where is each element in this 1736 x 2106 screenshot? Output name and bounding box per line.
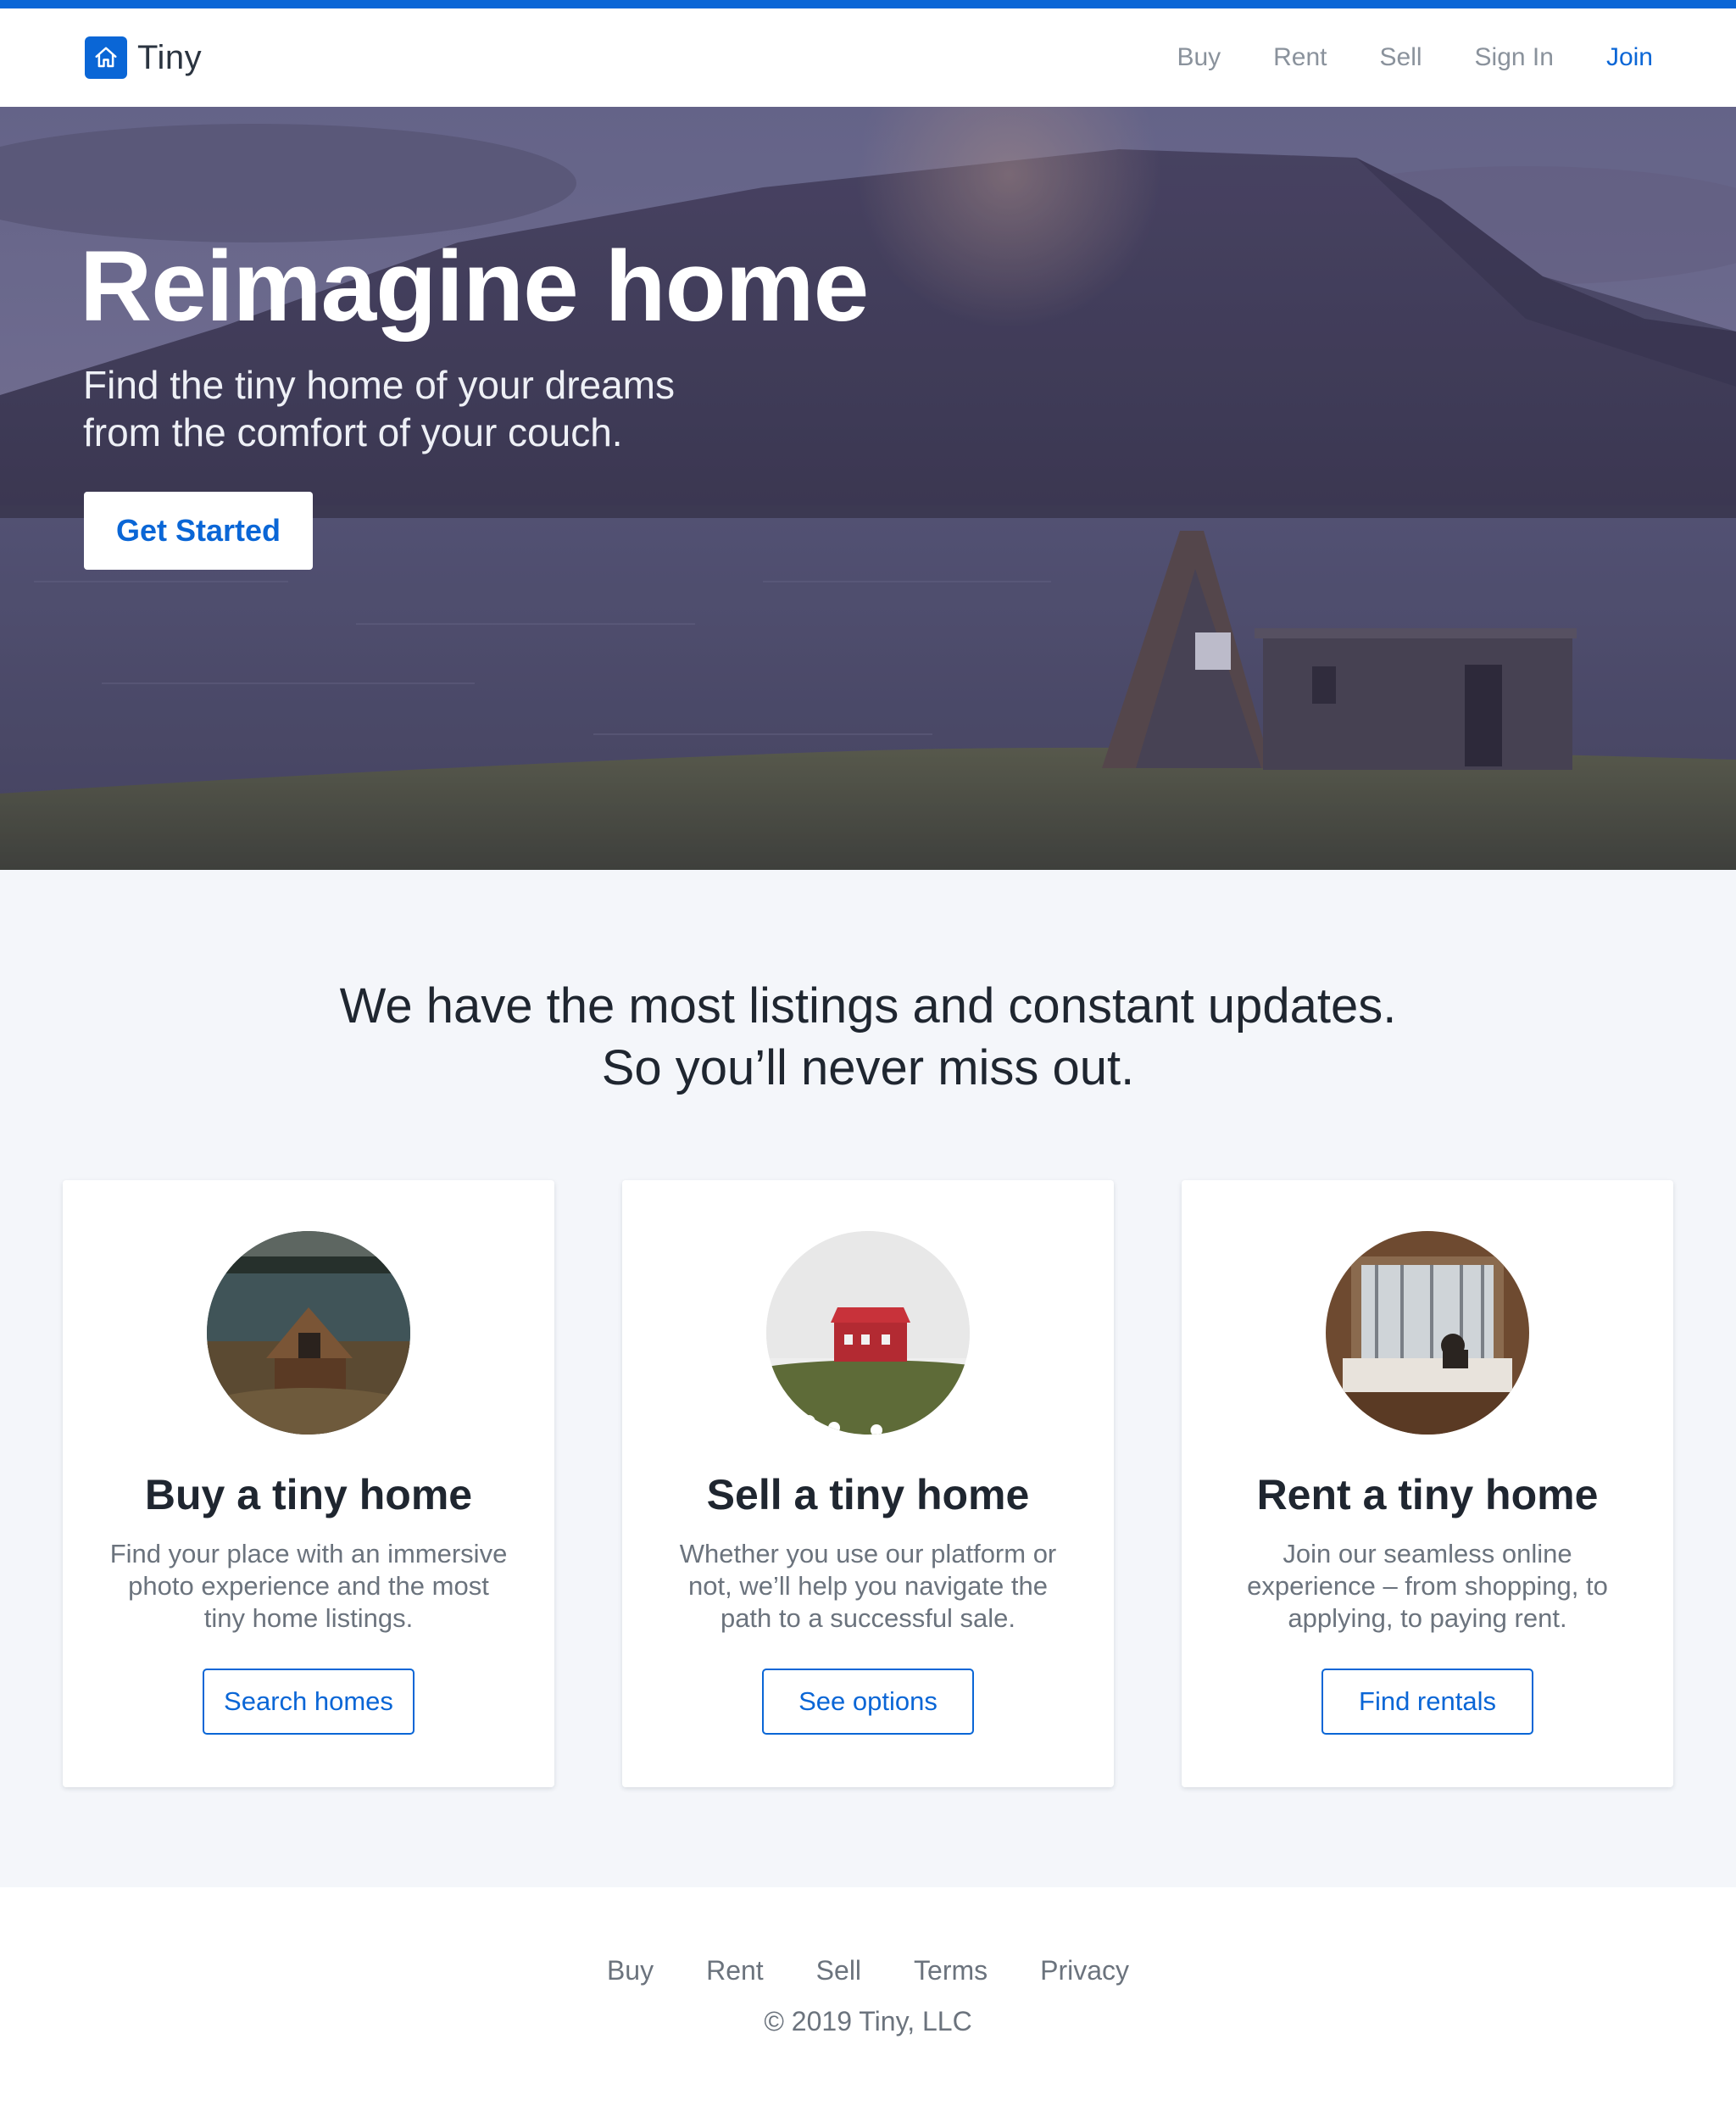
hero-section: Reimagine home Find the tiny home of you…: [0, 107, 1736, 870]
footer-link-sell[interactable]: Sell: [816, 1955, 861, 1986]
tagline-line2: So you’ll never miss out.: [601, 1040, 1135, 1095]
site-footer: Buy Rent Sell Terms Privacy © 2019 Tiny,…: [0, 1887, 1736, 2106]
hero-subtitle: Find the tiny home of your dreams from t…: [80, 361, 775, 456]
nav-sign-in[interactable]: Sign In: [1475, 43, 1554, 72]
card-title: Rent a tiny home: [1256, 1471, 1599, 1518]
nav-sell[interactable]: Sell: [1380, 43, 1422, 72]
logo-link[interactable]: Tiny: [85, 36, 202, 79]
find-rentals-button[interactable]: Find rentals: [1321, 1669, 1533, 1735]
copyright: © 2019 Tiny, LLC: [764, 2006, 972, 2036]
rent-card-image: [1326, 1231, 1529, 1435]
nav-buy[interactable]: Buy: [1177, 43, 1221, 72]
nav-rent[interactable]: Rent: [1273, 43, 1327, 72]
card-rent: Rent a tiny home Join our seamless onlin…: [1182, 1180, 1673, 1787]
footer-link-terms[interactable]: Terms: [914, 1955, 988, 1986]
card-buy: Buy a tiny home Find your place with an …: [63, 1180, 554, 1787]
footer-link-privacy[interactable]: Privacy: [1040, 1955, 1129, 1986]
brand-name: Tiny: [137, 38, 203, 76]
hero-title: Reimagine home: [80, 231, 869, 343]
feature-cards: Buy a tiny home Find your place with an …: [63, 1180, 1673, 1787]
footer-link-rent[interactable]: Rent: [706, 1955, 764, 1986]
hero-subtitle-line1: Find the tiny home of your dreams: [83, 362, 675, 407]
house-icon: [85, 36, 127, 79]
footer-link-buy[interactable]: Buy: [607, 1955, 654, 1986]
sell-card-image: [766, 1231, 970, 1435]
hero-content: Reimagine home Find the tiny home of you…: [80, 231, 869, 571]
nav-join[interactable]: Join: [1606, 43, 1653, 72]
site-header: Tiny Buy Rent Sell Sign In Join: [0, 8, 1736, 107]
buy-card-image: [207, 1231, 410, 1435]
main-nav: Buy Rent Sell Sign In Join: [1177, 43, 1653, 72]
top-accent-bar: [0, 0, 1736, 8]
card-sell: Sell a tiny home Whether you use our pla…: [622, 1180, 1114, 1787]
see-options-button[interactable]: See options: [762, 1669, 974, 1735]
hero-subtitle-line2: from the comfort of your couch.: [83, 410, 623, 454]
card-title: Buy a tiny home: [144, 1471, 473, 1518]
footer-nav: Buy Rent Sell Terms Privacy: [0, 1955, 1736, 1986]
card-description: Find your place with an immersive photo …: [109, 1539, 508, 1633]
card-description: Whether you use our platform or not, we’…: [679, 1539, 1057, 1633]
tagline-line1: We have the most listings and constant u…: [339, 978, 1397, 1034]
card-title: Sell a tiny home: [706, 1471, 1030, 1518]
card-description: Join our seamless online experience – fr…: [1247, 1539, 1608, 1633]
get-started-button[interactable]: Get Started: [84, 492, 313, 571]
tagline: We have the most listings and constant u…: [0, 975, 1736, 1099]
search-homes-button[interactable]: Search homes: [203, 1669, 415, 1735]
